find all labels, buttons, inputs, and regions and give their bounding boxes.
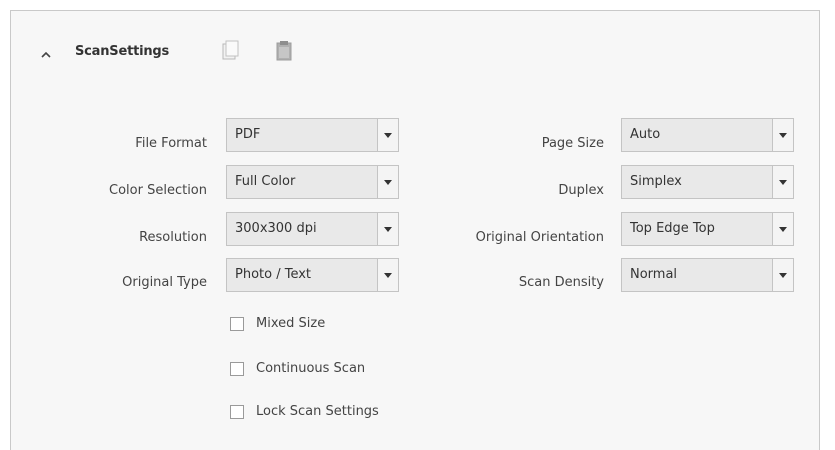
dropdown-arrow-icon[interactable] <box>772 166 793 198</box>
original-type-value: Photo / Text <box>235 267 312 282</box>
original-type-dropdown[interactable]: Photo / Text <box>226 258 399 292</box>
checkbox-box[interactable] <box>230 317 244 331</box>
page-size-label: Page Size <box>541 136 604 151</box>
file-format-value: PDF <box>235 127 261 142</box>
dropdown-arrow-icon[interactable] <box>377 213 398 245</box>
original-orientation-dropdown[interactable]: Top Edge Top <box>621 212 794 246</box>
scan-settings-panel: ScanSettings File Format PDF Color Selec… <box>10 10 820 450</box>
copy-icon[interactable] <box>221 40 239 62</box>
collapse-chevron-up-icon[interactable] <box>39 47 53 61</box>
file-format-dropdown[interactable]: PDF <box>226 118 399 152</box>
checkbox-box[interactable] <box>230 405 244 419</box>
section-header: ScanSettings <box>11 11 819 91</box>
duplex-dropdown[interactable]: Simplex <box>621 165 794 199</box>
duplex-label: Duplex <box>558 183 604 198</box>
original-orientation-label: Original Orientation <box>475 230 604 245</box>
resolution-dropdown[interactable]: 300x300 dpi <box>226 212 399 246</box>
lock-scan-settings-label: Lock Scan Settings <box>256 404 379 419</box>
color-selection-dropdown[interactable]: Full Color <box>226 165 399 199</box>
page-size-dropdown[interactable]: Auto <box>621 118 794 152</box>
original-orientation-value: Top Edge Top <box>630 221 715 236</box>
dropdown-arrow-icon[interactable] <box>377 259 398 291</box>
resolution-value: 300x300 dpi <box>235 221 317 236</box>
dropdown-arrow-icon[interactable] <box>772 213 793 245</box>
scan-density-dropdown[interactable]: Normal <box>621 258 794 292</box>
mixed-size-label: Mixed Size <box>256 316 326 331</box>
dropdown-arrow-icon[interactable] <box>772 119 793 151</box>
scan-density-label: Scan Density <box>518 275 604 290</box>
dropdown-arrow-icon[interactable] <box>377 166 398 198</box>
continuous-scan-label: Continuous Scan <box>256 361 366 376</box>
original-type-label: Original Type <box>122 275 207 290</box>
dropdown-arrow-icon[interactable] <box>377 119 398 151</box>
color-selection-value: Full Color <box>235 174 296 189</box>
section-title: ScanSettings <box>75 44 170 59</box>
file-format-label: File Format <box>135 136 207 151</box>
paste-icon[interactable] <box>275 40 293 62</box>
color-selection-label: Color Selection <box>109 183 207 198</box>
resolution-label: Resolution <box>139 230 207 245</box>
scan-density-value: Normal <box>630 267 678 282</box>
dropdown-arrow-icon[interactable] <box>772 259 793 291</box>
duplex-value: Simplex <box>630 174 682 189</box>
checkbox-box[interactable] <box>230 362 244 376</box>
page-size-value: Auto <box>630 127 661 142</box>
